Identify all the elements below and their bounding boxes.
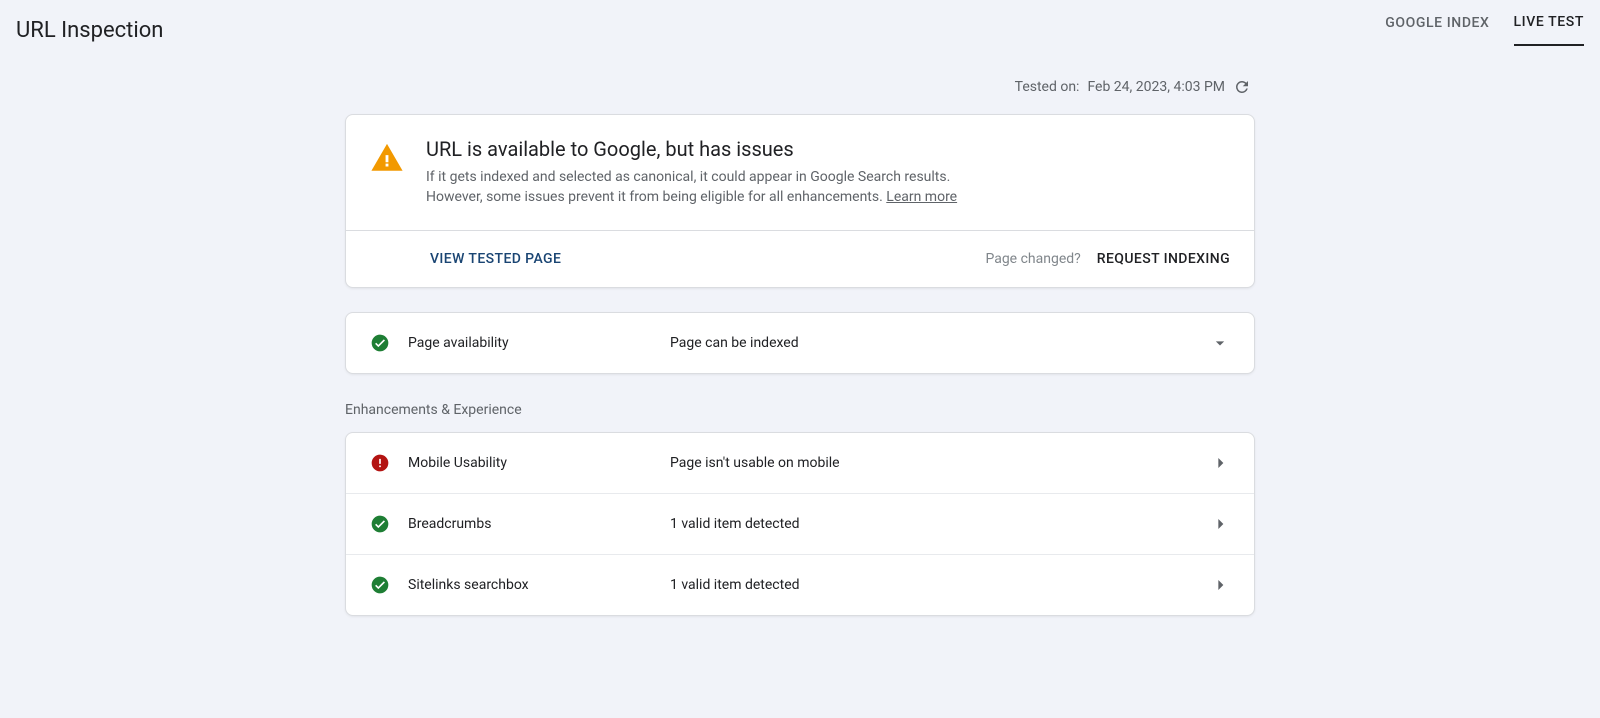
row-breadcrumbs[interactable]: Breadcrumbs 1 valid item detected [346,493,1254,554]
row-label: Mobile Usability [408,455,670,471]
row-value: Page isn't usable on mobile [670,455,1210,471]
chevron-right-icon [1210,453,1230,473]
tab-live-test[interactable]: LIVE TEST [1514,14,1584,46]
row-value: 1 valid item detected [670,516,1210,532]
check-circle-icon [370,514,390,534]
check-circle-icon [370,333,390,353]
row-value: Page can be indexed [670,335,1210,351]
row-label: Sitelinks searchbox [408,577,670,593]
row-label: Breadcrumbs [408,516,670,532]
tested-on-value: Feb 24, 2023, 4:03 PM [1087,79,1225,95]
status-text: URL is available to Google, but has issu… [426,137,1230,208]
status-heading: URL is available to Google, but has issu… [426,137,1230,161]
page-changed-label: Page changed? [985,251,1080,267]
availability-card: Page availability Page can be indexed [345,312,1255,374]
error-circle-icon [370,453,390,473]
content-area: Tested on: Feb 24, 2023, 4:03 PM URL is … [345,48,1255,616]
row-label: Page availability [408,335,670,351]
status-desc-line1: If it gets indexed and selected as canon… [426,169,950,185]
status-main: URL is available to Google, but has issu… [346,115,1254,230]
enhancements-card: Mobile Usability Page isn't usable on mo… [345,432,1255,616]
tested-on-row: Tested on: Feb 24, 2023, 4:03 PM [345,78,1255,96]
tested-on-label: Tested on: [1015,79,1080,95]
status-desc-line2: However, some issues prevent it from bei… [426,189,886,205]
refresh-icon[interactable] [1233,78,1251,96]
status-description: If it gets indexed and selected as canon… [426,167,1230,208]
row-mobile-usability[interactable]: Mobile Usability Page isn't usable on mo… [346,433,1254,493]
request-indexing-button[interactable]: REQUEST INDEXING [1097,251,1230,267]
row-sitelinks-searchbox[interactable]: Sitelinks searchbox 1 valid item detecte… [346,554,1254,615]
view-tested-page-button[interactable]: VIEW TESTED PAGE [430,251,561,267]
enhancements-section-title: Enhancements & Experience [345,402,1255,418]
status-card: URL is available to Google, but has issu… [345,114,1255,288]
learn-more-link[interactable]: Learn more [886,189,957,205]
chevron-right-icon [1210,575,1230,595]
status-actions: VIEW TESTED PAGE Page changed? REQUEST I… [346,230,1254,287]
chevron-right-icon [1210,514,1230,534]
chevron-down-icon [1210,333,1230,353]
tab-google-index[interactable]: GOOGLE INDEX [1385,15,1489,45]
check-circle-icon [370,575,390,595]
row-value: 1 valid item detected [670,577,1210,593]
tabs: GOOGLE INDEX LIVE TEST [1385,14,1584,46]
row-page-availability[interactable]: Page availability Page can be indexed [346,313,1254,373]
page-title: URL Inspection [16,18,163,43]
warning-icon [370,141,404,175]
page-header: URL Inspection GOOGLE INDEX LIVE TEST [0,0,1600,48]
